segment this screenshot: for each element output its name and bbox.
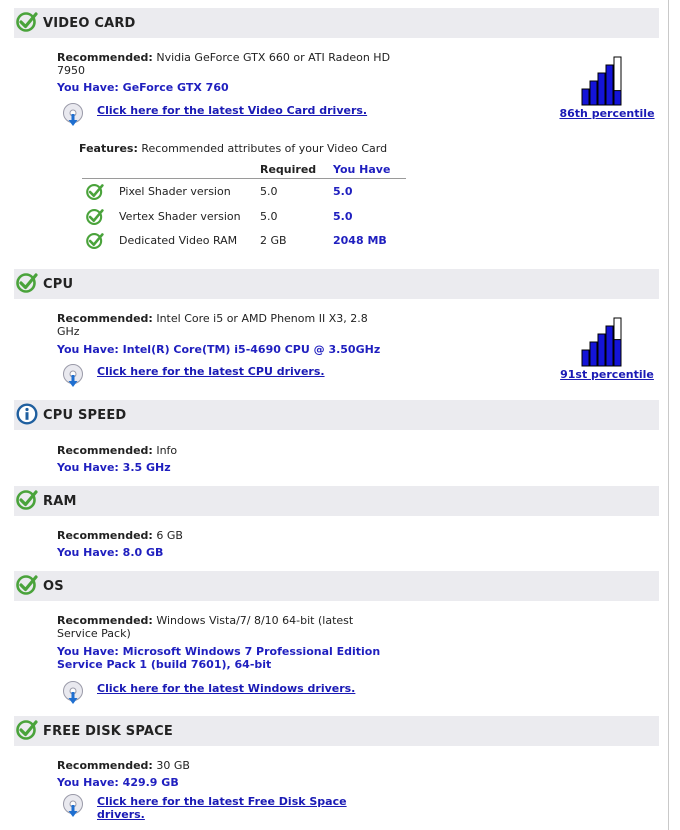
recommended-label: Recommended: xyxy=(57,444,153,457)
recommended-label: Recommended: xyxy=(57,51,153,64)
check-icon xyxy=(16,720,38,740)
features-label: Features: xyxy=(79,142,138,155)
table-row: Pixel Shader version 5.0 5.0 xyxy=(82,183,406,201)
check-icon xyxy=(16,12,38,32)
percentile-link[interactable]: 91st percentile xyxy=(547,368,667,381)
recommended-value: Nvidia GeForce GTX 660 or ATI Radeon HD xyxy=(156,51,391,64)
recommended-line-2: 7950 xyxy=(57,64,85,77)
section-title: RAM xyxy=(43,494,77,509)
info-icon xyxy=(16,403,38,425)
download-disc-icon xyxy=(63,103,83,126)
download-disc-icon xyxy=(63,794,83,817)
check-icon xyxy=(86,232,104,250)
section-header-ram: RAM xyxy=(14,486,659,516)
section-title: VIDEO CARD xyxy=(43,16,136,31)
percentile-bar xyxy=(581,88,590,106)
table-row: Vertex Shader version 5.0 5.0 xyxy=(82,208,406,226)
recommended-label: Recommended: xyxy=(57,529,153,542)
recommended-line: Recommended: Intel Core i5 or AMD Phenom… xyxy=(57,312,407,325)
section-header-disk: FREE DISK SPACE xyxy=(14,716,659,746)
percentile-bar xyxy=(613,339,622,367)
you-have-value: You Have: Intel(R) Core(TM) i5-4690 CPU … xyxy=(57,343,381,356)
features-line: Features: Recommended attributes of your… xyxy=(79,142,387,155)
col-header-required: Required xyxy=(260,163,317,176)
recommended-line: Recommended: Nvidia GeForce GTX 660 or A… xyxy=(57,51,407,64)
recommended-line-2: Service Pack) xyxy=(57,627,131,640)
percentile-link[interactable]: 86th percentile xyxy=(547,107,667,120)
percentile-bar xyxy=(589,341,598,367)
section-header-os: OS xyxy=(14,571,659,601)
percentile-bar xyxy=(581,349,590,367)
section-title: CPU xyxy=(43,277,74,292)
percentile-bars xyxy=(581,56,622,106)
recommended-line: Recommended: Windows Vista/7/ 8/10 64-bi… xyxy=(57,614,407,627)
feature-have: 5.0 xyxy=(333,210,353,223)
section-title: OS xyxy=(43,579,64,594)
download-disc-icon xyxy=(63,681,83,704)
check-icon xyxy=(16,490,38,510)
percentile-bars xyxy=(581,317,622,367)
check-icon xyxy=(86,208,104,226)
percentile-bar xyxy=(597,333,606,367)
feature-name: Dedicated Video RAM xyxy=(119,234,238,247)
percentile-bar xyxy=(589,80,598,106)
check-icon xyxy=(16,273,38,293)
percentile-widget-video-card: 86th percentile xyxy=(547,56,667,120)
recommended-label: Recommended: xyxy=(57,759,153,772)
col-header-you-have: You Have xyxy=(333,163,391,176)
feature-required: 2 GB xyxy=(260,234,287,247)
check-icon xyxy=(86,183,104,201)
features-text: Recommended attributes of your Video Car… xyxy=(141,142,388,155)
recommended-label: Recommended: xyxy=(57,312,153,325)
percentile-bar xyxy=(605,64,614,106)
recommended-value: 30 GB xyxy=(156,759,190,772)
percentile-bar xyxy=(597,72,606,106)
recommended-line: Recommended: Info xyxy=(57,444,407,457)
percentile-bar xyxy=(605,325,614,367)
recommended-value: Intel Core i5 or AMD Phenom II X3, 2.8 xyxy=(156,312,368,325)
feature-name: Vertex Shader version xyxy=(119,210,241,223)
video-card-driver-link[interactable]: Click here for the latest Video Card dri… xyxy=(97,104,367,117)
cpu-driver-link[interactable]: Click here for the latest CPU drivers. xyxy=(97,365,325,378)
feature-have: 2048 MB xyxy=(333,234,387,247)
section-title: FREE DISK SPACE xyxy=(43,724,173,739)
percentile-bar xyxy=(613,90,622,106)
feature-name: Pixel Shader version xyxy=(119,185,231,198)
you-have-value: You Have: 3.5 GHz xyxy=(57,461,171,474)
disk-driver-link[interactable]: Click here for the latest Free Disk Spac… xyxy=(97,795,347,808)
table-row: Dedicated Video RAM 2 GB 2048 MB xyxy=(82,232,406,250)
os-driver-link[interactable]: Click here for the latest Windows driver… xyxy=(97,682,355,695)
recommended-value: 6 GB xyxy=(156,529,183,542)
download-disc-icon xyxy=(63,364,83,387)
feature-required: 5.0 xyxy=(260,185,278,198)
section-title: CPU SPEED xyxy=(43,408,127,423)
section-header-video-card: VIDEO CARD xyxy=(14,8,659,38)
you-have-value: You Have: Microsoft Windows 7 Profession… xyxy=(57,645,381,658)
section-header-cpu: CPU xyxy=(14,269,659,299)
you-have-value: You Have: GeForce GTX 760 xyxy=(57,81,229,94)
recommended-line: Recommended: 6 GB xyxy=(57,529,407,542)
recommended-label: Recommended: xyxy=(57,614,153,627)
table-divider xyxy=(82,178,406,179)
recommended-line-2: GHz xyxy=(57,325,80,338)
disk-driver-link-2[interactable]: drivers. xyxy=(97,808,145,821)
feature-required: 5.0 xyxy=(260,210,278,223)
feature-have: 5.0 xyxy=(333,185,353,198)
recommended-line: Recommended: 30 GB xyxy=(57,759,407,772)
section-header-cpu-speed: CPU SPEED xyxy=(14,400,659,430)
recommended-value: Info xyxy=(156,444,178,457)
you-have-value: You Have: 8.0 GB xyxy=(57,546,164,559)
check-icon xyxy=(16,575,38,595)
you-have-value: You Have: 429.9 GB xyxy=(57,776,179,789)
you-have-value-2: Service Pack 1 (build 7601), 64-bit xyxy=(57,658,272,671)
recommended-value: Windows Vista/7/ 8/10 64-bit (latest xyxy=(156,614,354,627)
percentile-widget-cpu: 91st percentile xyxy=(547,317,667,381)
